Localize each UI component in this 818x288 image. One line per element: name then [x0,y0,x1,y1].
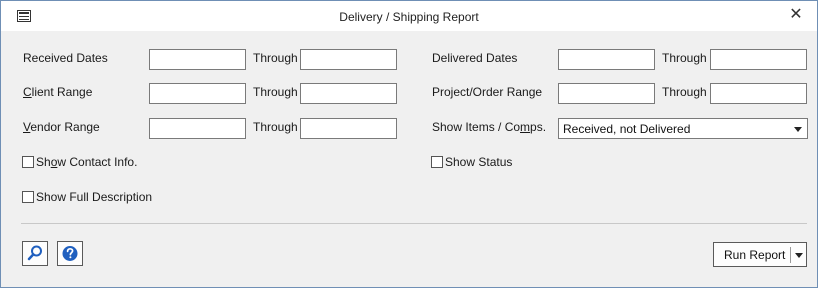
show-items-comps-select[interactable]: Received, not Delivered [558,118,808,139]
title-bar[interactable]: Delivery / Shipping Report ✕ [1,1,817,31]
window-title: Delivery / Shipping Report [339,10,479,24]
show-items-comps-value: Received, not Delivered [563,122,691,136]
run-report-button[interactable]: Run Report [713,242,807,267]
delivered-from-field[interactable] [558,49,655,70]
received-through-label: Through [253,51,298,65]
received-from-field[interactable] [149,49,246,70]
report-dialog: Delivery / Shipping Report ✕ Received Da… [0,0,818,288]
received-dates-label: Received Dates [23,51,108,65]
project-through-label: Through [662,85,707,99]
project-from-field[interactable] [558,83,655,104]
show-contact-label[interactable]: Show Contact Info. [36,155,137,169]
dropdown-arrow-icon[interactable] [794,127,802,132]
run-report-dropdown-icon[interactable] [795,253,803,258]
show-status-label[interactable]: Show Status [445,155,512,169]
show-contact-checkbox[interactable] [22,156,34,168]
project-order-range-label: Project/Order Range [432,85,543,99]
vendor-through-label: Through [253,120,298,134]
client-through-field[interactable] [300,83,397,104]
delivered-through-label: Through [662,51,707,65]
show-status-checkbox[interactable] [431,156,443,168]
show-full-description-label[interactable]: Show Full Description [36,190,152,204]
footer-divider [21,223,807,224]
project-through-field[interactable] [710,83,807,104]
help-button[interactable] [57,241,83,266]
vendor-range-label: Vendor Range [23,120,100,134]
client-through-label: Through [253,85,298,99]
client-range-label: Client Range [23,85,93,99]
search-button[interactable] [22,241,48,266]
delivered-dates-label: Delivered Dates [432,51,518,65]
client-from-field[interactable] [149,83,246,104]
vendor-from-field[interactable] [149,118,246,139]
received-through-field[interactable] [300,49,397,70]
close-button[interactable]: ✕ [785,4,807,26]
vendor-through-field[interactable] [300,118,397,139]
show-items-comps-label: Show Items / Comps. [432,120,547,134]
delivered-through-field[interactable] [710,49,807,70]
magnifier-icon [27,245,42,261]
help-icon [62,246,78,261]
show-full-description-checkbox[interactable] [22,191,34,203]
run-report-separator [790,247,791,263]
run-report-label: Run Report [724,248,786,262]
close-icon: ✕ [789,6,803,23]
